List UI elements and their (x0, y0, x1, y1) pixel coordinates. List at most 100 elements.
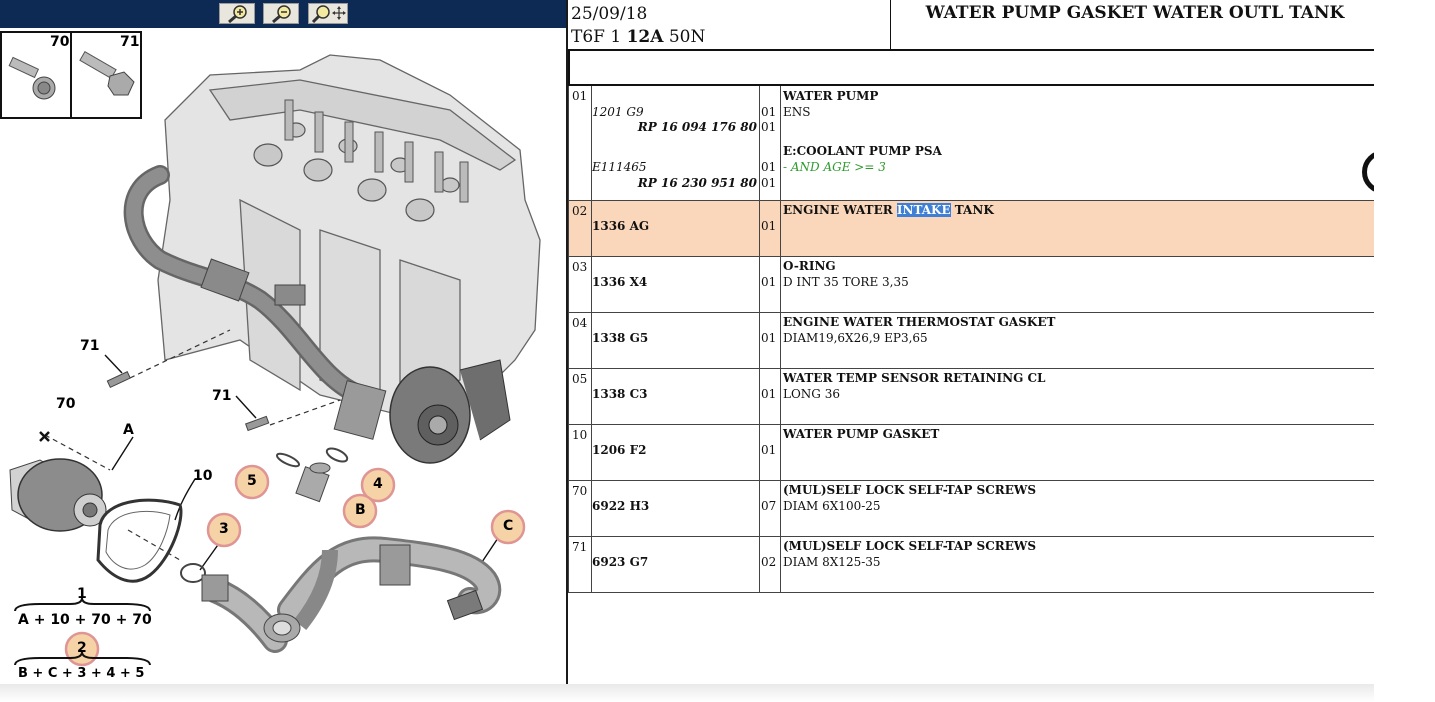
part-detail: DIAM 6X100-25 (783, 499, 881, 513)
diagram-pane[interactable]: 70 71 71 70 71 A 10 5 4 B 3 C 1 A + 10 +… (0, 0, 566, 684)
part-description: (MUL)SELF LOCK SELF-TAP SCREWS (783, 539, 1037, 553)
table-row[interactable]: 01 1201 G9 RP 16 094 176 80 E111465 RP 1… (568, 86, 1374, 201)
table-row[interactable]: 71 6923 G7 02 (MUL)SELF LOCK SELF-TAP SC… (568, 537, 1374, 593)
row-number-cell: 10 (568, 425, 592, 480)
rp-number: RP 16 230 951 80 (637, 176, 757, 190)
model-code-bold: 12A (626, 27, 664, 47)
row-number: 04 (572, 316, 588, 330)
row-number: 10 (572, 428, 588, 442)
reference-cell: 1338 G5 (590, 313, 760, 368)
callout-3: 3 (219, 521, 229, 537)
part-detail: DIAM19,6X26,9 EP3,65 (783, 331, 928, 345)
part-reference: 1338 G5 (592, 331, 649, 345)
quantity: 01 (761, 275, 777, 289)
quantity: 01 (761, 219, 777, 233)
part-reference: 1206 F2 (592, 443, 647, 457)
thumbnail-label-71: 71 (120, 34, 140, 50)
row-number: 05 (572, 372, 588, 386)
quantity: 01 (761, 443, 777, 457)
quantity-cell: 01 01 01 01 (759, 86, 781, 200)
page-title: WATER PUMP GASKET WATER OUTL TANK (925, 3, 1345, 23)
reference-cell: 6922 H3 (590, 481, 760, 536)
callout-71: 71 (212, 388, 232, 404)
parts-list-pane: 25/09/18 T6F 1 12A 50N WATER PUMP GASKET… (568, 0, 1374, 684)
header-model-code: T6F 1 12A 50N (571, 27, 705, 47)
window-bottom-shadow (0, 684, 1374, 702)
description-cell: ENGINE WATER INTAKE TANK (780, 201, 1374, 256)
part-description: ENGINE WATER INTAKE TANK (783, 203, 994, 217)
row-number-cell: 01 (568, 86, 592, 200)
header-separator (890, 0, 891, 49)
callout-70: 70 (56, 396, 76, 412)
description-cell: (MUL)SELF LOCK SELF-TAP SCREWS DIAM 8X12… (780, 537, 1374, 592)
row-number: 03 (572, 260, 588, 274)
quantity-cell: 01 (759, 257, 781, 312)
row-number-cell: 71 (568, 537, 592, 592)
reference-cell: 1338 C3 (590, 369, 760, 424)
outlet-pipe-c (201, 536, 502, 653)
table-row[interactable]: 05 1338 C3 01 WATER TEMP SENSOR RETAININ… (568, 369, 1374, 425)
part-description: WATER PUMP (783, 89, 879, 103)
callout-4: 4 (373, 476, 383, 492)
description-text: TANK (950, 203, 994, 217)
row-number: 01 (572, 89, 588, 103)
quantity: 01 (761, 331, 777, 345)
table-row[interactable]: 70 6922 H3 07 (MUL)SELF LOCK SELF-TAP SC… (568, 481, 1374, 537)
row-number-cell: 03 (568, 257, 592, 312)
callout-c: C (503, 518, 514, 534)
part-reference: 1336 AG (592, 219, 650, 233)
row-number: 70 (572, 484, 588, 498)
description-cell: (MUL)SELF LOCK SELF-TAP SCREWS DIAM 6X10… (780, 481, 1374, 536)
row-number-cell: 05 (568, 369, 592, 424)
quantity: 02 (761, 555, 777, 569)
table-row[interactable]: 10 1206 F2 01 WATER PUMP GASKET (568, 425, 1374, 481)
row-number-cell: 04 (568, 313, 592, 368)
part-description: WATER TEMP SENSOR RETAINING CL (783, 371, 1046, 385)
quantity: 01 (761, 176, 777, 190)
quantity: 01 (761, 105, 777, 119)
installed-water-pump (389, 359, 511, 464)
part-detail: DIAM 8X125-35 (783, 555, 881, 569)
table-row-selected[interactable]: 02 1336 AG 01 ENGINE WATER INTAKE TANK (568, 201, 1374, 257)
quantity-cell: 01 (759, 425, 781, 480)
quantity-cell: 01 (759, 201, 781, 256)
row-number-cell: 70 (568, 481, 592, 536)
table-row[interactable]: 04 1338 G5 01 ENGINE WATER THERMOSTAT GA… (568, 313, 1374, 369)
quantity: 01 (761, 387, 777, 401)
header-rule (568, 49, 1374, 51)
kit-2-formula: B + C + 3 + 4 + 5 (18, 666, 145, 681)
reference-cell: 6923 G7 (590, 537, 760, 592)
callout-10: 10 (193, 468, 213, 484)
model-code-suffix: 50N (663, 27, 706, 47)
header-left-rule (568, 49, 570, 86)
thumbnail-label-70: 70 (50, 34, 70, 50)
part-reference: 6922 H3 (592, 499, 650, 513)
row-number: 02 (572, 204, 588, 218)
header-date: 25/09/18 (571, 4, 648, 24)
quantity: 07 (761, 499, 777, 513)
quantity-cell: 01 (759, 313, 781, 368)
part-reference: 6923 G7 (592, 555, 649, 569)
part-description: (MUL)SELF LOCK SELF-TAP SCREWS (783, 483, 1037, 497)
reference-cell: 1336 AG (590, 201, 760, 256)
reference-cell: 1206 F2 (590, 425, 760, 480)
description-cell: O-RING D INT 35 TORE 3,35 (780, 257, 1374, 312)
callout-5: 5 (247, 473, 257, 489)
part-detail: ENS (783, 105, 811, 119)
window-margin (1374, 0, 1435, 702)
applicability-note: - AND AGE >= 3 (783, 160, 886, 174)
quantity: 01 (761, 160, 777, 174)
table-row[interactable]: 03 1336 X4 01 O-RING D INT 35 TORE 3,35 (568, 257, 1374, 313)
part-description: E:COOLANT PUMP PSA (783, 144, 942, 158)
part-description: WATER PUMP GASKET (783, 427, 940, 441)
part-reference: 1338 C3 (592, 387, 648, 401)
quantity: 01 (761, 120, 777, 134)
callout-a: A (123, 422, 134, 438)
part-detail: D INT 35 TORE 3,35 (783, 275, 909, 289)
row-number-cell: 02 (568, 201, 592, 256)
part-description: ENGINE WATER THERMOSTAT GASKET (783, 315, 1056, 329)
model-code-prefix: T6F 1 (571, 27, 627, 47)
callout-1: 1 (77, 586, 87, 602)
part-detail: LONG 36 (783, 387, 840, 401)
row-number: 71 (572, 540, 588, 554)
